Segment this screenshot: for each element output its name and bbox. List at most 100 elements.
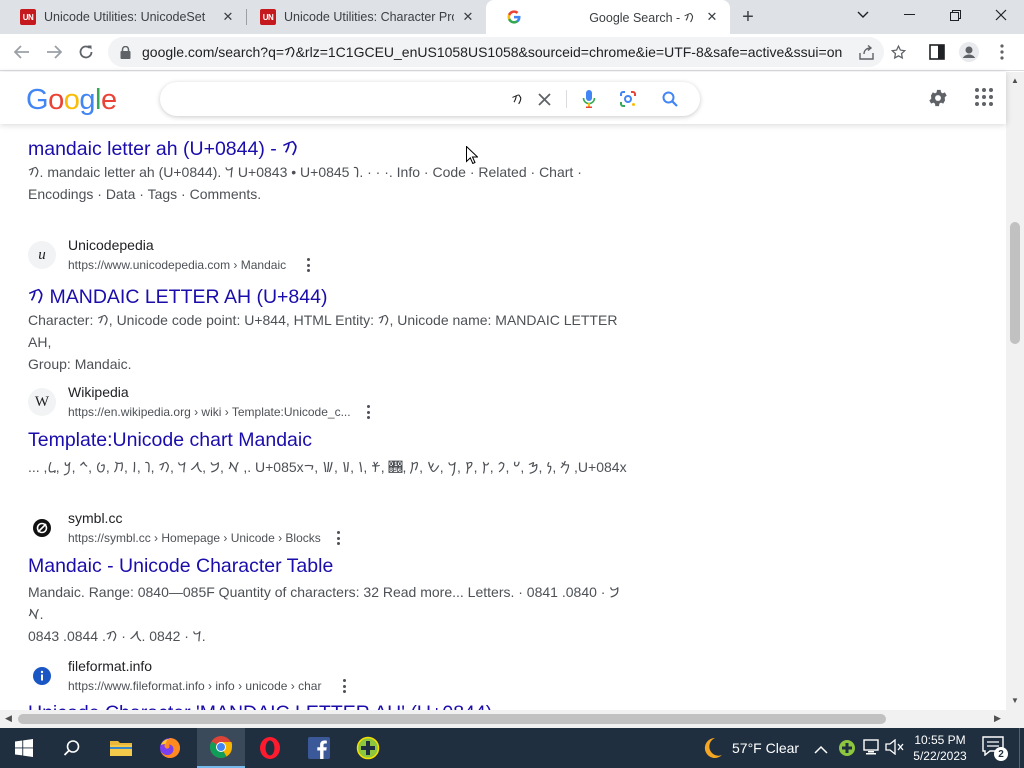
google-logo[interactable]: Google bbox=[26, 84, 117, 117]
result-snippet: ... ,𐡀 ,𐡁 ,𐡂 𐡃 ,𐡄 ,𐡅 ,𐡆 ,𐡇 ,𐡈 ,𐡉 ,𐡊 ,𐡋 ,… bbox=[28, 456, 628, 478]
result-snippet: 𐡄. mandaic letter ah (U+0844). 𐡃 U+0843 … bbox=[28, 161, 628, 205]
network-icon[interactable] bbox=[862, 739, 880, 757]
unicode-utilities-icon: UN bbox=[260, 9, 276, 25]
show-hidden-icons-chevron-icon[interactable] bbox=[814, 741, 830, 755]
close-tab-icon[interactable]: ✕ bbox=[704, 9, 720, 25]
address-bar[interactable]: google.com/search?q=𐡄&rlz=1C1GCEU_enUS10… bbox=[108, 37, 884, 67]
browser-toolbar: google.com/search?q=𐡄&rlz=1C1GCEU_enUS10… bbox=[0, 34, 1024, 71]
result-snippet: Character: 𐡄, Unicode code point: U+844,… bbox=[28, 309, 628, 375]
search-box: 𐡄 bbox=[160, 82, 700, 116]
result-url[interactable]: https://www.fileformat.info › info › uni… bbox=[68, 679, 321, 693]
url-text: google.com/search?q=𐡄&rlz=1C1GCEU_enUS10… bbox=[142, 43, 842, 60]
tab-title: Google Search - 𐡄 bbox=[589, 10, 694, 25]
result-site-name[interactable]: fileformat.info bbox=[68, 658, 152, 674]
tab-character-properties[interactable]: UN Unicode Utilities: Character Prope ✕ bbox=[240, 0, 486, 34]
vertical-scroll-thumb[interactable] bbox=[1010, 222, 1020, 344]
taskbar-search-icon[interactable] bbox=[48, 728, 96, 768]
snippet-line: Character: 𐡄, Unicode code point: U+844,… bbox=[28, 312, 618, 350]
result-title-link[interactable]: Mandaic - Unicode Character Table bbox=[28, 555, 333, 578]
result-site-name[interactable]: symbl.cc bbox=[68, 510, 122, 526]
result-site-name[interactable]: Wikipedia bbox=[68, 384, 129, 400]
scroll-up-arrow-icon[interactable]: ▲ bbox=[1010, 76, 1020, 85]
notification-center-icon[interactable]: 2 bbox=[982, 736, 1008, 761]
snippet-line: ... ,𐡀 ,𐡁 ,𐡂 𐡃 ,𐡄 ,𐡅 ,𐡆 ,𐡇 ,𐡈 ,𐡉 ,𐡊 ,𐡋 ,… bbox=[28, 459, 627, 475]
reload-button[interactable] bbox=[73, 39, 99, 65]
tab-strip: UN Unicode Utilities: UnicodeSet ✕ UN Un… bbox=[0, 0, 1024, 34]
wikipedia-favicon: W bbox=[28, 388, 56, 416]
snippet-line: Encodings · Data · Tags · Comments. bbox=[28, 186, 262, 202]
bookmark-star-icon[interactable] bbox=[887, 41, 909, 63]
google-header: Google 𐡄 bbox=[0, 72, 1006, 124]
browser-menu-icon[interactable] bbox=[991, 41, 1013, 63]
voice-search-icon[interactable] bbox=[578, 88, 600, 110]
clock-time: 10:55 PM bbox=[914, 733, 966, 747]
result-site-name[interactable]: Unicodepedia bbox=[68, 237, 154, 253]
windows-taskbar: 57°F Clear 10:55 PM 5/22/2023 2 bbox=[0, 728, 1024, 768]
forward-button[interactable] bbox=[41, 39, 67, 65]
more-options-icon[interactable] bbox=[339, 678, 349, 694]
more-options-icon[interactable] bbox=[303, 257, 313, 273]
minimize-button[interactable] bbox=[886, 0, 932, 30]
opera-icon[interactable] bbox=[246, 728, 294, 768]
fileformat-info-icon bbox=[28, 662, 56, 690]
more-options-icon[interactable] bbox=[333, 530, 343, 546]
close-window-button[interactable] bbox=[978, 0, 1024, 30]
tray-app-icon[interactable] bbox=[838, 739, 856, 757]
result-url[interactable]: https://www.unicodepedia.com › Mandaic bbox=[68, 258, 286, 272]
result-url[interactable]: https://en.wikipedia.org › wiki › Templa… bbox=[68, 405, 351, 419]
close-tab-icon[interactable]: ✕ bbox=[460, 9, 476, 25]
restore-button[interactable] bbox=[932, 0, 978, 30]
result-title-link[interactable]: 𐡄 MANDAIC LETTER AH (U+844) bbox=[28, 282, 327, 309]
tab-title: Unicode Utilities: UnicodeSet bbox=[44, 10, 206, 24]
result-title-link[interactable]: mandaic letter ah (U+0844) - 𐡄 bbox=[28, 134, 298, 161]
show-desktop-button[interactable] bbox=[1019, 728, 1024, 768]
notification-count-badge: 2 bbox=[994, 747, 1008, 761]
horizontal-scrollbar[interactable]: ◀ ▶ bbox=[0, 710, 1024, 728]
system-clock[interactable]: 10:55 PM 5/22/2023 bbox=[908, 732, 972, 764]
scroll-left-arrow-icon[interactable]: ◀ bbox=[5, 713, 12, 724]
weather-text[interactable]: 57°F Clear bbox=[732, 740, 799, 756]
file-explorer-icon[interactable] bbox=[97, 728, 145, 768]
tab-unicodeset[interactable]: UN Unicode Utilities: UnicodeSet ✕ bbox=[0, 0, 246, 34]
query-glyph: 𐡄 bbox=[511, 92, 523, 107]
result-title-link[interactable]: Template:Unicode chart Mandaic bbox=[28, 429, 312, 452]
google-apps-icon[interactable] bbox=[973, 86, 995, 108]
snippet-line: 𐡄. mandaic letter ah (U+0844). 𐡃 U+0843 … bbox=[28, 164, 582, 180]
share-icon[interactable] bbox=[855, 41, 877, 63]
search-input[interactable] bbox=[178, 90, 508, 107]
unicode-utilities-icon: UN bbox=[20, 9, 36, 25]
settings-gear-icon[interactable] bbox=[926, 86, 950, 110]
clear-search-icon[interactable] bbox=[533, 88, 555, 110]
weather-moon-icon[interactable] bbox=[700, 736, 724, 760]
scroll-right-arrow-icon[interactable]: ▶ bbox=[994, 713, 1001, 724]
close-tab-icon[interactable]: ✕ bbox=[220, 9, 236, 25]
app-icon[interactable] bbox=[344, 728, 392, 768]
symbl-favicon bbox=[28, 514, 56, 542]
result-snippet: Mandaic. Range: 0840—085F Quantity of ch… bbox=[28, 581, 628, 647]
start-button[interactable] bbox=[0, 728, 48, 768]
result-url[interactable]: https://symbl.cc › Homepage › Unicode › … bbox=[68, 531, 321, 545]
lens-search-icon[interactable] bbox=[617, 88, 639, 110]
result-title-link[interactable]: Unicode Character 'MANDAIC LETTER AH' (U… bbox=[28, 702, 492, 710]
tab-title: Unicode Utilities: Character Prope bbox=[284, 10, 454, 24]
snippet-line: 0843 .𐡃 · 0842 .𐡂 · 𐡄. 0844. bbox=[28, 628, 206, 644]
scroll-down-arrow-icon[interactable]: ▼ bbox=[1010, 696, 1020, 705]
profile-avatar-icon[interactable] bbox=[958, 41, 980, 63]
back-button[interactable] bbox=[9, 39, 35, 65]
side-panel-icon[interactable] bbox=[926, 41, 948, 63]
snippet-line: Group: Mandaic. bbox=[28, 356, 132, 372]
facebook-icon[interactable] bbox=[295, 728, 343, 768]
search-icon[interactable] bbox=[659, 88, 681, 110]
google-icon bbox=[506, 9, 522, 25]
snippet-line: Mandaic. Range: 0840—085F Quantity of ch… bbox=[28, 584, 620, 622]
horizontal-scroll-thumb[interactable] bbox=[18, 714, 886, 724]
vertical-scrollbar[interactable]: ▲ ▼ bbox=[1006, 72, 1024, 710]
more-options-icon[interactable] bbox=[363, 404, 373, 420]
tab-search-button[interactable] bbox=[840, 0, 886, 30]
firefox-icon[interactable] bbox=[146, 728, 194, 768]
chrome-icon[interactable] bbox=[197, 728, 245, 768]
tab-google-search[interactable]: Google Search - 𐡄 ✕ bbox=[486, 0, 730, 34]
lock-icon[interactable] bbox=[118, 45, 132, 59]
new-tab-button[interactable]: + bbox=[736, 5, 760, 29]
volume-muted-icon[interactable] bbox=[885, 738, 905, 757]
